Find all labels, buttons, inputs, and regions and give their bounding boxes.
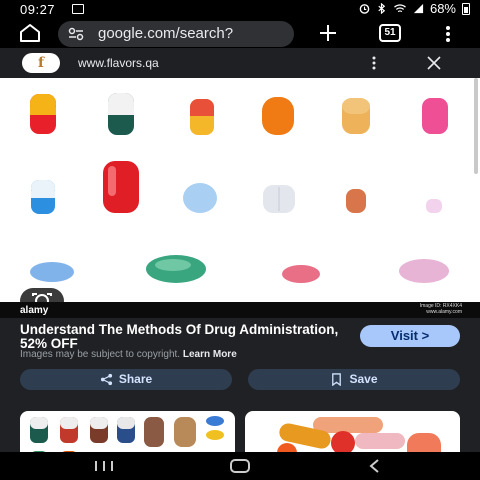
share-icon bbox=[100, 374, 112, 386]
visit-button[interactable]: Visit > bbox=[360, 325, 460, 347]
pill-image bbox=[426, 199, 442, 213]
status-time: 09:27 bbox=[20, 2, 56, 17]
pill-image bbox=[30, 94, 56, 134]
wifi-icon bbox=[394, 4, 406, 13]
status-bar: 09:27 68% bbox=[0, 0, 480, 18]
signal-icon bbox=[413, 3, 424, 14]
pill-image bbox=[31, 180, 55, 214]
system-nav-bar bbox=[0, 452, 480, 480]
watermark-id: Image ID: RX4XK4 www.alamy.com bbox=[419, 303, 462, 315]
bookmark-icon bbox=[332, 373, 342, 387]
related-image-card[interactable] bbox=[245, 411, 460, 452]
battery-percent: 68% bbox=[429, 1, 456, 16]
pill-image bbox=[30, 416, 224, 452]
more-options-icon[interactable] bbox=[442, 24, 454, 44]
save-button[interactable]: Save bbox=[248, 369, 460, 390]
watermark-logo: alamy bbox=[20, 305, 49, 316]
pill-image bbox=[183, 183, 217, 213]
watermark-strip: alamy Image ID: RX4XK4 www.alamy.com bbox=[0, 302, 480, 318]
home-button-icon[interactable] bbox=[230, 459, 250, 473]
bluetooth-icon bbox=[378, 3, 386, 14]
pill-image bbox=[108, 93, 134, 135]
page-title[interactable]: Understand The Methods Of Drug Administr… bbox=[20, 323, 340, 351]
tab-switcher-button[interactable]: 51 bbox=[379, 24, 401, 42]
recent-apps-icon[interactable] bbox=[93, 460, 115, 472]
pill-image bbox=[282, 265, 320, 283]
image-icon bbox=[72, 4, 84, 14]
share-button[interactable]: Share bbox=[20, 369, 232, 390]
pill-image bbox=[342, 98, 370, 134]
home-icon[interactable] bbox=[18, 23, 42, 43]
pill-image bbox=[399, 259, 449, 283]
new-tab-icon[interactable] bbox=[316, 21, 340, 45]
close-icon[interactable] bbox=[426, 55, 442, 71]
pill-image bbox=[190, 99, 214, 135]
address-bar[interactable]: google.com/search? bbox=[58, 21, 294, 47]
copyright-note: Images may be subject to copyright. Lear… bbox=[20, 349, 237, 360]
battery-icon bbox=[462, 2, 470, 15]
image-preview[interactable]: alamy Image ID: RX4XK4 www.alamy.com bbox=[0, 78, 480, 318]
chevron-right-icon: > bbox=[421, 328, 430, 343]
pill-image bbox=[422, 98, 448, 134]
pill-image bbox=[262, 97, 294, 135]
related-images bbox=[0, 396, 480, 452]
pill-image bbox=[277, 417, 441, 452]
related-image-card[interactable] bbox=[20, 411, 235, 452]
learn-more-link[interactable]: Learn More bbox=[183, 349, 237, 360]
source-url[interactable]: www.flavors.qa bbox=[78, 56, 159, 70]
pill-image bbox=[30, 262, 74, 282]
source-menu-icon[interactable] bbox=[368, 56, 380, 70]
pill-image bbox=[346, 189, 366, 213]
site-settings-icon[interactable] bbox=[68, 27, 84, 41]
site-logo: f bbox=[22, 53, 60, 73]
browser-toolbar: google.com/search? 51 bbox=[0, 18, 480, 48]
status-icons: 68% bbox=[359, 1, 470, 16]
pill-image bbox=[146, 255, 206, 283]
back-icon[interactable] bbox=[368, 459, 382, 473]
url-text[interactable]: google.com/search? bbox=[98, 25, 233, 42]
pill-image bbox=[263, 185, 295, 213]
image-info-panel: Understand The Methods Of Drug Administr… bbox=[0, 318, 480, 396]
pill-image bbox=[103, 161, 139, 213]
scrollbar[interactable] bbox=[474, 78, 478, 174]
alarm-icon bbox=[359, 4, 370, 14]
image-source-bar: f www.flavors.qa bbox=[0, 48, 480, 78]
